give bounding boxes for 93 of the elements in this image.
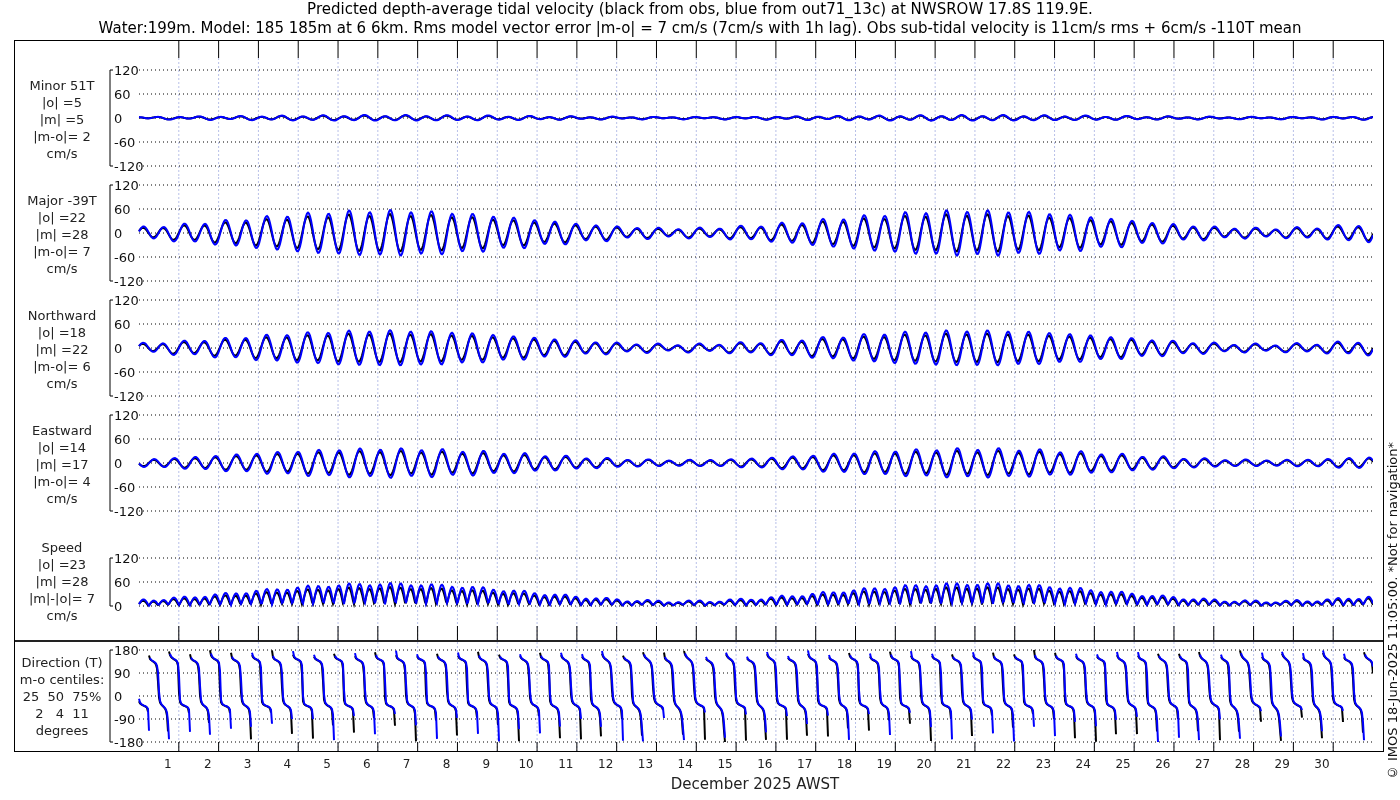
panel-label: |o| =23 [37,555,87,573]
axis-tick-label: -120 [114,503,144,519]
panel-label: cm/s [46,260,78,277]
axis-tick-label: -180 [114,734,144,750]
axis-tick-label: 0 [114,110,123,126]
axis-tick-label: 17 [796,757,814,771]
axis-tick-label: 60 [114,431,131,447]
axis-tick-label: 16 [756,757,774,771]
axis-tick-label: 29 [1273,757,1291,771]
panel-label: |m| =28 [35,572,89,590]
axis-tick-label: 0 [114,598,123,614]
axis-tick-label: 0 [114,455,123,471]
axis-tick-label: 0 [114,688,123,704]
axis-tick-label: 14 [676,757,694,771]
panel-label: cm/s [46,375,78,392]
panel-label: 25 50 75% [22,688,102,705]
axis-tick-label: 3 [242,757,253,771]
axis-tick-label: 60 [114,86,131,102]
axis-tick-label: -60 [114,479,136,495]
axis-tick-label: 12 [597,757,615,771]
axis-tick-label: 10 [517,757,535,771]
panel-label: cm/s [46,490,78,507]
axis-tick-label: 30 [1313,757,1331,771]
axis-tick-label: 4 [282,757,293,771]
axis-tick-label: -120 [114,388,144,404]
axis-tick-label: 0 [114,340,123,356]
panel-label: Speed [41,538,83,556]
y-axis [109,557,114,607]
axis-tick-label: 27 [1193,757,1212,771]
panel-label: |o| =14 [37,439,87,456]
panel-label: 2 4 11 [35,705,89,722]
axis-tick-label: 0 [114,225,123,241]
axis-tick-label: 8 [441,757,452,771]
axis-tick-label: 28 [1233,757,1252,771]
axis-tick-label: 120 [114,177,139,193]
axis-tick-label: 15 [716,757,734,771]
axis-tick-label: 18 [835,757,854,771]
panel-label: cm/s [46,145,78,162]
axis-tick-label: 5 [322,757,332,771]
axis-tick-label: 9 [481,757,492,771]
axis-tick-label: -120 [114,158,144,174]
axis-tick-label: 180 [114,642,139,658]
copyright-note: © IMOS 18-Jun-2025 11:05:00. *Not for navigation* [1385,441,1400,780]
panel-label: degrees [35,722,89,739]
axis-tick-label: 120 [114,550,139,566]
axis-tick-label: 120 [114,292,139,308]
axis-tick-label: 20 [915,757,933,771]
panel-label: cm/s [46,606,78,624]
axis-tick-label: -60 [114,364,136,380]
axis-tick-label: -60 [114,134,136,150]
panel-label: |m| =17 [35,456,89,473]
panel-label: |m-o|= 7 [33,243,91,260]
axis-tick-label: 7 [401,757,412,771]
axis-tick-label: 13 [636,757,655,771]
panel-label: |m-o|= 4 [33,473,91,490]
axis-tick-label: 90 [114,665,131,681]
axis-tick-label: 120 [114,62,139,78]
axis-tick-label: -60 [114,249,136,265]
axis-tick-label: 60 [114,201,131,217]
panel-label: Direction (T) [21,654,103,671]
axis-tick-label: 2 [202,757,213,771]
panel-label: |m|-|o|= 7 [28,589,96,607]
panel-label: |o| =18 [37,324,87,341]
panel-label: Northward [27,307,97,324]
axis-tick-label: 1 [163,757,173,771]
axis-tick-label: 60 [114,316,131,332]
axis-tick-label: -90 [114,711,136,727]
panel-label: |o| =5 [42,94,82,111]
axis-tick-label: 22 [995,757,1013,771]
axis-tick-label: 6 [362,757,372,771]
x-axis-label: December 2025 AWST [669,776,841,792]
panel-label: |m| =5 [39,111,85,128]
chart-title: Water:199m. Model: 185 185m at 6 6km. Rms model vector error |m-o| = 7 cm/s (7cm/s with 1h lag). Obs sub-tidal velocity is 11cm/s rms + 6cm/s -110T mean [98,19,1302,38]
axis-tick-label: 120 [114,407,139,423]
panel-label: |m| =28 [35,226,89,243]
axis-tick-label: 21 [955,757,973,771]
axis-tick-label: 23 [1034,757,1053,771]
axis-tick-label: -120 [114,273,144,289]
panel-label: |m| =22 [35,341,89,358]
axis-tick-label: 60 [114,574,131,590]
axis-tick-label: 19 [875,757,893,771]
panel-label: m-o centiles: [19,671,105,688]
panel-label: Minor 51T [29,77,95,94]
chart-title: Predicted depth-average tidal velocity (black from obs, blue from out71_13c) at NWSROW 17.8S 119.9E. [307,0,1093,19]
axis-tick-label: 11 [557,757,575,771]
panel-label: |m-o|= 6 [33,358,91,375]
panel-label: Major -39T [27,192,97,209]
panel-label: |m-o|= 2 [33,128,91,145]
panel-label: |o| =22 [37,209,87,226]
axis-tick-label: 26 [1154,757,1172,771]
panel-label: Eastward [32,422,92,439]
axis-tick-label: 25 [1114,757,1132,771]
axis-tick-label: 24 [1074,757,1092,771]
